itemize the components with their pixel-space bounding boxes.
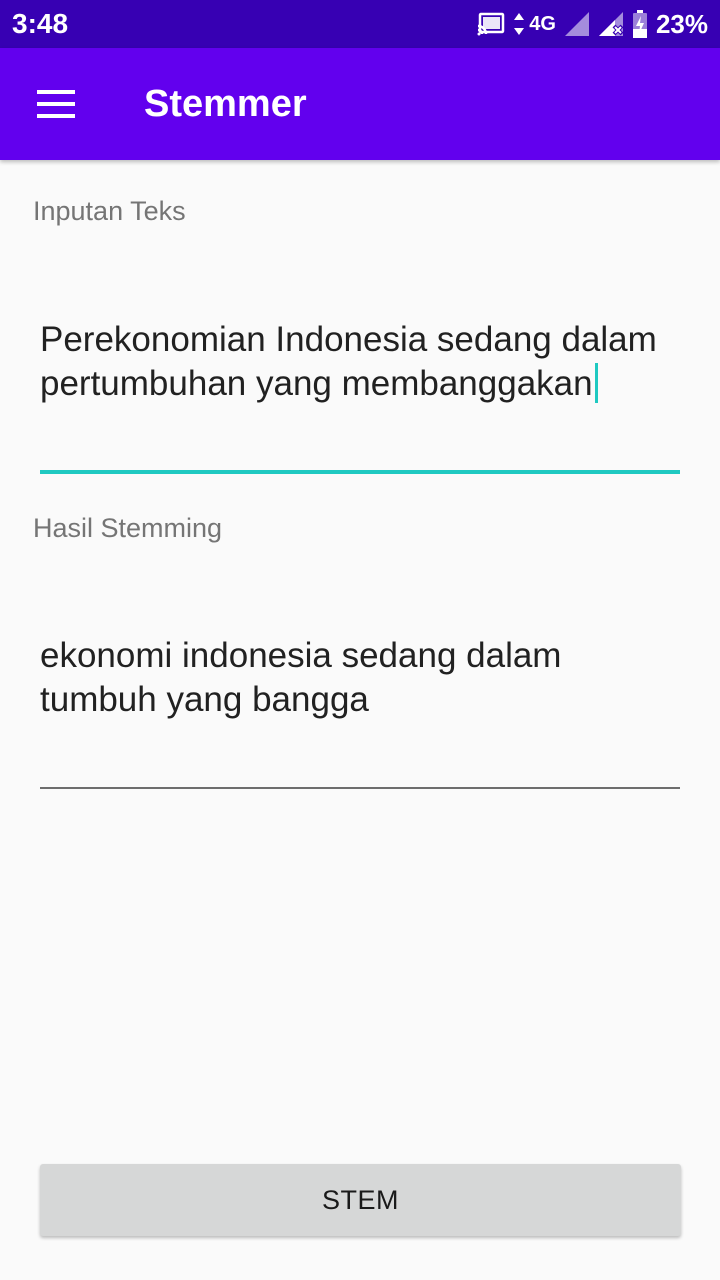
signal-x-icon — [598, 11, 624, 37]
output-field-underline — [40, 787, 680, 789]
battery-percent: 23% — [655, 8, 708, 39]
hamburger-menu-icon[interactable] — [0, 48, 112, 160]
battery-charging-icon — [632, 10, 648, 38]
app-title: Stemmer — [144, 82, 307, 125]
input-field-label: Inputan Teks — [33, 196, 186, 226]
input-text-field[interactable]: Perekonomian Indonesia sedang dalam pert… — [40, 318, 685, 406]
output-text-field[interactable]: ekonomi indonesia sedang dalam tumbuh ya… — [40, 634, 640, 722]
status-time: 3:48 — [12, 8, 69, 39]
cast-icon — [477, 12, 505, 36]
network-type: 4G — [529, 12, 556, 35]
input-field-underline — [40, 470, 680, 474]
app-bar: Stemmer — [0, 48, 720, 160]
text-cursor — [594, 363, 598, 403]
output-field-label: Hasil Stemming — [33, 513, 223, 543]
input-text-value: Perekonomian Indonesia sedang dalam pert… — [40, 320, 667, 403]
data-arrows-icon — [513, 12, 525, 36]
status-bar: 3:48 4G 23% — [0, 0, 720, 48]
signal-icon — [564, 11, 590, 37]
status-icons: 4G 23% — [477, 9, 708, 40]
stem-button[interactable]: STEM — [40, 1164, 681, 1236]
output-text-value: ekonomi indonesia sedang dalam tumbuh ya… — [40, 636, 572, 719]
